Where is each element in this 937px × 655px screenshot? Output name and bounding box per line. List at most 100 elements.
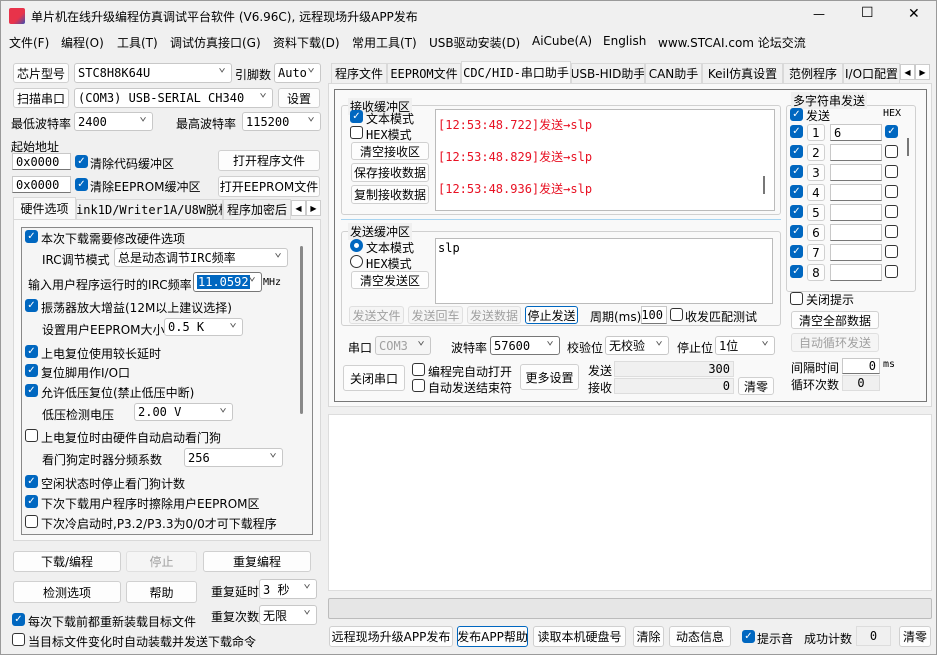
menu-item[interactable]: AiCube(A): [532, 34, 592, 48]
code-start-address-input[interactable]: 0x0000: [12, 153, 71, 170]
multi-row-checkbox[interactable]: ✓: [790, 265, 803, 278]
multi-row-checkbox[interactable]: ✓: [790, 165, 803, 178]
multi-row-input[interactable]: [830, 264, 882, 281]
match-test-checkbox[interactable]: [670, 308, 683, 321]
tab-1[interactable]: EEPROM文件: [387, 63, 461, 83]
multi-row-hex-checkbox[interactable]: [885, 265, 898, 278]
clear-log-button[interactable]: 清除: [633, 626, 664, 647]
multi-row-send-button[interactable]: 6: [807, 224, 825, 241]
hw-scrollbar[interactable]: [300, 246, 303, 414]
com-port-select[interactable]: COM3: [375, 336, 431, 355]
settings-button[interactable]: 设置: [278, 88, 320, 108]
check-options-button[interactable]: 检测选项: [13, 581, 121, 603]
menu-item[interactable]: 常用工具(T): [352, 34, 417, 51]
menu-item[interactable]: English: [603, 34, 646, 48]
help-button[interactable]: 帮助: [126, 581, 197, 603]
menu-item[interactable]: 调试仿真接口(G): [170, 34, 261, 51]
multi-row-send-button[interactable]: 1: [807, 124, 825, 141]
chip-type-select[interactable]: STC8H8K64U: [74, 63, 232, 83]
multi-row-hex-checkbox[interactable]: [885, 205, 898, 218]
hw-opt7-checkbox[interactable]: ✓: [25, 475, 38, 488]
tab-3[interactable]: USB-HID助手: [571, 63, 645, 83]
interval-input[interactable]: 0: [842, 358, 880, 374]
multi-row-hex-checkbox[interactable]: [885, 225, 898, 238]
tab-scroll-right-icon[interactable]: ▶: [306, 200, 321, 216]
stop-bits-select[interactable]: 1位: [715, 336, 775, 355]
scan-port-button[interactable]: 扫描串口: [13, 88, 69, 108]
eeprom-start-address-input[interactable]: 0x0000: [12, 176, 71, 193]
chip-type-button[interactable]: 芯片型号: [13, 63, 69, 83]
hw-opt2-checkbox[interactable]: ✓: [25, 299, 38, 312]
copy-receive-button[interactable]: 复制接收数据: [351, 185, 429, 204]
auto-end-checkbox[interactable]: [412, 379, 425, 392]
tab-link1d[interactable]: Link1D/Writer1A/U8W脱机: [76, 199, 223, 219]
menu-item[interactable]: 资料下载(D): [273, 34, 340, 51]
multi-row-input[interactable]: [830, 144, 882, 161]
more-settings-button[interactable]: 更多设置: [520, 364, 579, 390]
send-text-mode-radio[interactable]: [350, 239, 363, 252]
tab-2[interactable]: CDC/HID-串口助手: [461, 61, 571, 83]
period-input[interactable]: 100: [641, 306, 667, 324]
clear-send-button[interactable]: 清空发送区: [351, 271, 429, 289]
tab-6[interactable]: 范例程序: [783, 63, 843, 83]
parity-select[interactable]: 无校验: [605, 336, 669, 355]
receive-scrollbar[interactable]: [763, 176, 765, 194]
clear-code-checkbox[interactable]: ✓: [75, 155, 88, 168]
repeat-program-button[interactable]: 重复编程: [203, 551, 311, 572]
reset-count-button[interactable]: 清零: [899, 626, 931, 647]
menu-item[interactable]: 工具(T): [117, 34, 158, 51]
clear-receive-button[interactable]: 清空接收区: [351, 142, 429, 160]
open-eeprom-file-button[interactable]: 打开EEPROM文件: [218, 176, 320, 197]
multi-row-send-button[interactable]: 5: [807, 204, 825, 221]
right-tab-scroll-left-icon[interactable]: ◀: [900, 64, 915, 80]
tab-5[interactable]: Keil仿真设置: [702, 63, 783, 83]
multi-scrollbar[interactable]: [907, 138, 909, 156]
repeat-delay-select[interactable]: 3 秒: [259, 579, 317, 599]
recv-hex-mode-checkbox[interactable]: [350, 126, 363, 139]
auto-open-checkbox[interactable]: [412, 363, 425, 376]
multi-row-input[interactable]: [830, 184, 882, 201]
port-select[interactable]: (COM3) USB-SERIAL CH340: [74, 88, 273, 108]
hw-irc-mode-select[interactable]: 总是动态调节IRC频率: [114, 248, 288, 267]
multi-row-hex-checkbox[interactable]: [885, 165, 898, 178]
auto-loop-send-button[interactable]: 自动循环发送: [791, 333, 879, 352]
send-cr-button[interactable]: 发送回车: [408, 306, 463, 324]
hw-opt4-checkbox[interactable]: ✓: [25, 364, 38, 377]
irc-freq-combo[interactable]: 11.0592: [193, 272, 262, 292]
hw-opt6-checkbox[interactable]: [25, 429, 38, 442]
maximize-button[interactable]: ☐: [861, 5, 874, 21]
multi-row-input[interactable]: [830, 204, 882, 221]
minimize-button[interactable]: —: [813, 7, 825, 21]
tab-scroll-left-icon[interactable]: ◀: [291, 200, 306, 216]
pins-select[interactable]: Auto: [274, 63, 321, 83]
multi-row-checkbox[interactable]: ✓: [790, 225, 803, 238]
max-baud-select[interactable]: 115200: [242, 112, 321, 131]
dynamic-info-button[interactable]: 动态信息: [669, 626, 731, 647]
reload-each-checkbox[interactable]: ✓: [12, 613, 25, 626]
min-baud-select[interactable]: 2400: [74, 112, 153, 131]
send-hex-mode-radio[interactable]: [350, 255, 363, 268]
stop-button[interactable]: 停止: [126, 551, 197, 572]
clear-counts-button[interactable]: 清零: [738, 377, 774, 395]
multi-row-send-button[interactable]: 2: [807, 144, 825, 161]
multi-row-input[interactable]: 6: [830, 124, 882, 141]
tab-4[interactable]: CAN助手: [645, 63, 702, 83]
multi-row-send-button[interactable]: 3: [807, 164, 825, 181]
download-program-button[interactable]: 下载/编程: [13, 551, 121, 572]
multi-row-checkbox[interactable]: ✓: [790, 205, 803, 218]
output-log[interactable]: [328, 414, 932, 591]
beep-checkbox[interactable]: ✓: [742, 630, 755, 643]
close-port-button[interactable]: 关闭串口: [343, 365, 405, 391]
right-tab-scroll-right-icon[interactable]: ▶: [915, 64, 930, 80]
multi-row-send-button[interactable]: 7: [807, 244, 825, 261]
multi-row-hex-checkbox[interactable]: ✓: [885, 125, 898, 138]
send-file-button[interactable]: 发送文件: [349, 306, 404, 324]
clear-eeprom-checkbox[interactable]: ✓: [75, 178, 88, 191]
send-textarea[interactable]: slp: [435, 238, 773, 304]
multi-row-input[interactable]: [830, 224, 882, 241]
multi-row-hex-checkbox[interactable]: [885, 185, 898, 198]
multi-row-hex-checkbox[interactable]: [885, 145, 898, 158]
multi-send-all-checkbox[interactable]: ✓: [790, 108, 803, 121]
tab-encryption[interactable]: 程序加密后: [223, 199, 291, 219]
receive-textarea[interactable]: [12:53:48.722]发送→slp [12:53:48.829]发送→sl…: [435, 109, 775, 211]
